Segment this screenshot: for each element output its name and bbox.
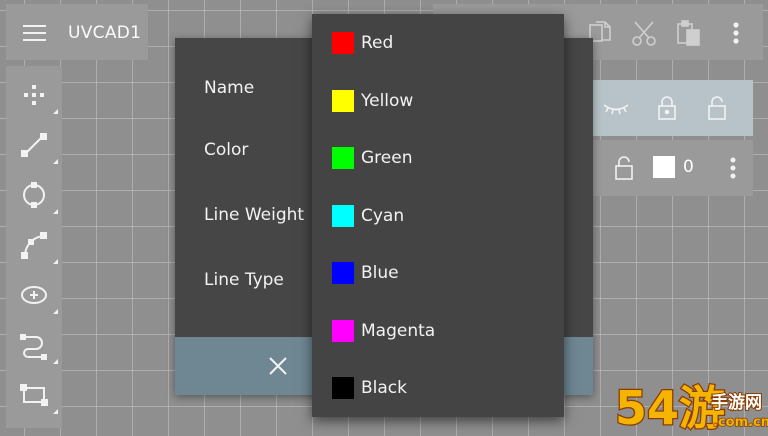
color-swatch: [332, 320, 354, 342]
color-option-label: Red: [361, 33, 394, 53]
layer-panel-header: [565, 80, 753, 136]
drawing-toolbar: [6, 66, 62, 428]
paste-icon[interactable]: [674, 18, 704, 48]
color-label: Color: [204, 140, 249, 160]
cut-icon[interactable]: [629, 18, 659, 48]
line-type-label: Line Type: [204, 270, 284, 290]
color-swatch: [332, 262, 354, 284]
color-swatch: [332, 377, 354, 399]
rectangle-tool-icon[interactable]: [10, 372, 60, 418]
color-option-label: Black: [361, 378, 407, 398]
visibility-icon[interactable]: [602, 94, 630, 122]
unlock-icon[interactable]: [703, 94, 731, 122]
color-option-magenta[interactable]: Magenta: [312, 302, 564, 359]
svg-text:54游: 54游: [615, 381, 725, 432]
unlock-icon[interactable]: [610, 154, 638, 182]
color-swatch: [332, 147, 354, 169]
layer-row[interactable]: 0: [565, 140, 753, 196]
arc-tool-icon[interactable]: [10, 222, 60, 268]
color-option-green[interactable]: Green: [312, 129, 564, 186]
ellipse-tool-icon[interactable]: [10, 272, 60, 318]
color-option-blue[interactable]: Blue: [312, 244, 564, 301]
hamburger-menu-icon[interactable]: [14, 16, 54, 50]
name-label: Name: [204, 78, 255, 98]
polyline-tool-icon[interactable]: [10, 322, 60, 368]
color-option-yellow[interactable]: Yellow: [312, 72, 564, 129]
layer-color-swatch[interactable]: [653, 156, 675, 178]
color-option-red[interactable]: Red: [312, 14, 564, 71]
color-swatch: [332, 32, 354, 54]
color-option-label: Green: [361, 148, 413, 168]
lock-icon[interactable]: [653, 94, 681, 122]
color-swatch: [332, 205, 354, 227]
app-title: UVCAD1: [68, 23, 142, 43]
svg-text:.com.cn: .com.cn: [713, 415, 768, 430]
app-bar: UVCAD1: [6, 4, 148, 60]
color-option-label: Cyan: [361, 206, 405, 226]
color-swatch: [332, 90, 354, 112]
more-vert-icon[interactable]: [721, 18, 751, 48]
circle-tool-icon[interactable]: [10, 172, 60, 218]
color-option-label: Blue: [361, 263, 399, 283]
color-option-label: Yellow: [361, 91, 414, 111]
point-tool-icon[interactable]: [10, 72, 60, 118]
watermark-logo: 54游 手游网 .com.cn: [613, 378, 768, 436]
layer-index: 0: [683, 157, 694, 177]
color-option-cyan[interactable]: Cyan: [312, 187, 564, 244]
color-dropdown-menu: Red Yellow Green Cyan Blue Magenta Black: [312, 14, 564, 417]
confirm-button[interactable]: [565, 337, 593, 395]
line-weight-label: Line Weight: [204, 205, 305, 225]
svg-text:手游网: 手游网: [711, 392, 762, 413]
line-tool-icon[interactable]: [10, 122, 60, 168]
color-option-label: Magenta: [361, 321, 436, 341]
more-vert-icon[interactable]: [719, 154, 747, 182]
color-option-black[interactable]: Black: [312, 359, 564, 416]
close-icon[interactable]: [259, 349, 297, 383]
